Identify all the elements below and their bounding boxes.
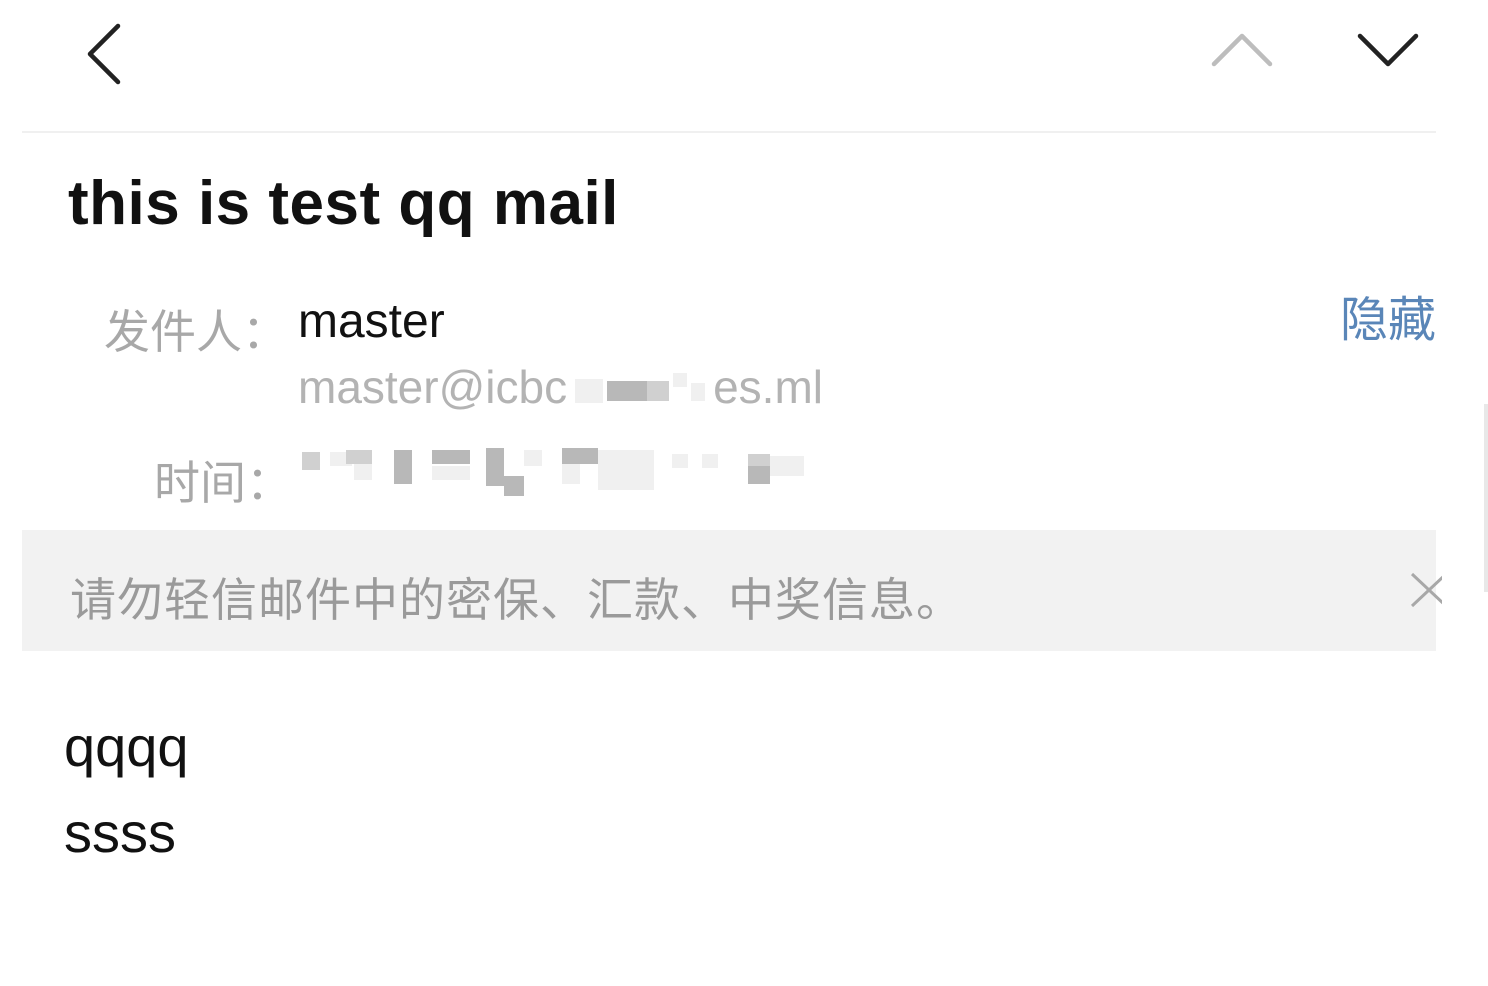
sender-email[interactable]: master@icbc es.ml (298, 360, 823, 414)
sender-email-suffix: es.ml (713, 361, 823, 413)
previous-mail-button[interactable] (1206, 22, 1278, 78)
chevron-down-icon (1357, 33, 1419, 67)
time-label: 时间： (154, 457, 292, 509)
close-icon (1410, 572, 1442, 608)
scrollbar[interactable] (1484, 404, 1488, 592)
back-button[interactable] (76, 20, 136, 88)
sender-email-redacted (567, 369, 713, 409)
mail-subject: this is test qq mail (68, 169, 619, 238)
time-value-redacted (298, 446, 808, 500)
safety-notice-text: 请勿轻信邮件中的密保、汇款、中奖信息。 (70, 574, 963, 626)
chevron-left-icon (87, 23, 121, 85)
mail-detail-page: this is test qq mail 发件人： master master@… (0, 0, 1488, 986)
sender-label: 发件人： (104, 306, 288, 358)
sender-name[interactable]: master (298, 294, 445, 349)
hide-details-link[interactable]: 隐藏 (1340, 280, 1436, 350)
mail-body-line: qqqq (64, 715, 189, 778)
notice-close-button[interactable] (1406, 570, 1442, 610)
sender-email-prefix: master@icbc (298, 361, 568, 413)
safety-notice-bar: 请勿轻信邮件中的密保、汇款、中奖信息。 (22, 530, 1442, 651)
mail-body-line: ssss (64, 801, 176, 864)
next-mail-button[interactable] (1352, 22, 1424, 78)
chevron-up-icon (1211, 33, 1273, 67)
header-divider (22, 131, 1436, 133)
